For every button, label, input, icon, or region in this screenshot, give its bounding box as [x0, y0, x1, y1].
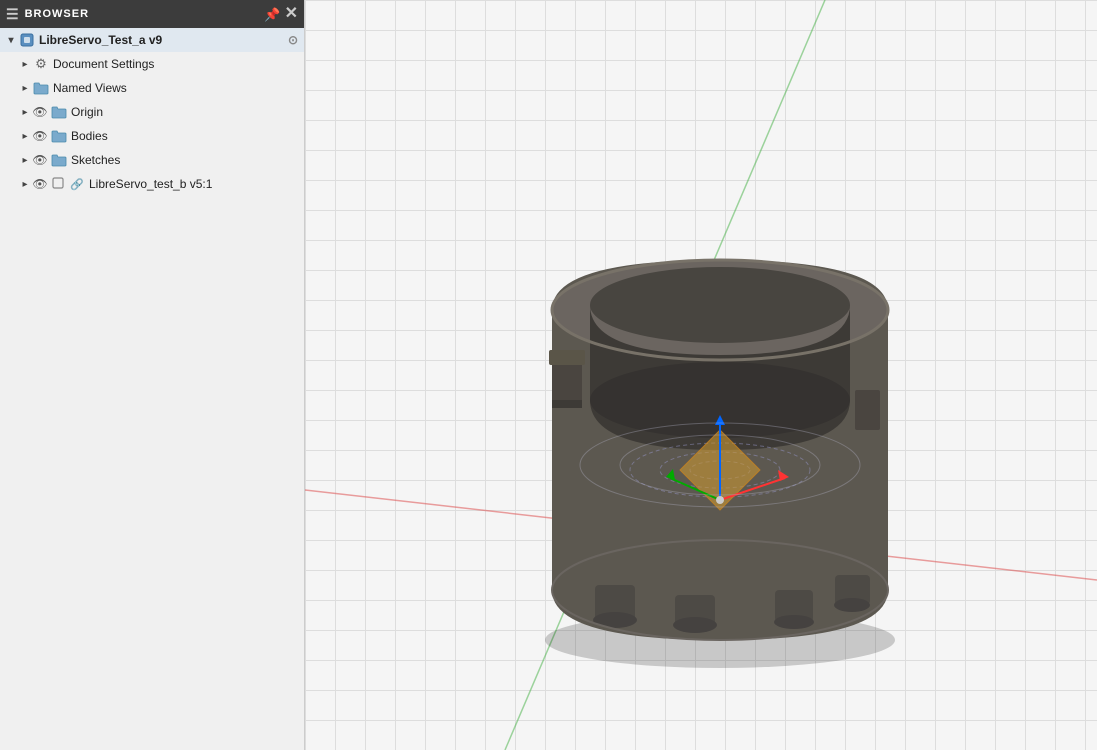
origin-folder-icon — [50, 103, 68, 121]
sketches-expand[interactable] — [18, 153, 32, 167]
named-views-expand[interactable] — [18, 81, 32, 95]
tree-row-origin[interactable]: 👁 Origin — [0, 100, 304, 124]
origin-expand[interactable] — [18, 105, 32, 119]
sidebar-close-icon[interactable]: ✕ — [285, 6, 298, 22]
browser-header: ☰ BROWSER 📌 ✕ — [0, 0, 304, 28]
expand-all-icon[interactable]: ☰ — [6, 6, 19, 23]
libreservo-b-eye-icon[interactable]: 👁 — [32, 176, 48, 192]
libreservo-b-link-icon: 🔗 — [68, 175, 86, 193]
tree-row-libreservo-b[interactable]: 👁 🔗 LibreServo_test_b v5:1 — [0, 172, 304, 196]
bodies-eye-icon[interactable]: 👁 — [32, 128, 48, 144]
gear-icon: ⚙ — [32, 55, 50, 73]
bodies-folder-icon — [50, 127, 68, 145]
viewport[interactable] — [305, 0, 1097, 750]
named-views-label: Named Views — [53, 81, 127, 95]
root-label: LibreServo_Test_a v9 — [39, 33, 162, 47]
tree-area: LibreServo_Test_a v9 ⊙ ⚙ Document Settin… — [0, 28, 304, 750]
tree-root-row[interactable]: LibreServo_Test_a v9 ⊙ — [0, 28, 304, 52]
root-target-icon[interactable]: ⊙ — [288, 33, 298, 47]
named-views-folder-icon — [32, 79, 50, 97]
root-expand-arrow[interactable] — [4, 33, 18, 47]
sketches-eye-icon[interactable]: 👁 — [32, 152, 48, 168]
pin-icon[interactable]: 📌 — [264, 8, 280, 21]
sidebar: ☰ BROWSER 📌 ✕ LibreServo_Test_a v9 ⊙ — [0, 0, 305, 750]
sketches-folder-icon — [50, 151, 68, 169]
libreservo-b-expand[interactable] — [18, 177, 32, 191]
bodies-expand[interactable] — [18, 129, 32, 143]
origin-label: Origin — [71, 105, 103, 119]
origin-eye-icon[interactable]: 👁 — [32, 104, 48, 120]
viewport-svg — [305, 0, 1097, 750]
bodies-label: Bodies — [71, 129, 108, 143]
doc-settings-label: Document Settings — [53, 57, 154, 71]
tree-row-sketches[interactable]: 👁 Sketches — [0, 148, 304, 172]
browser-title: BROWSER — [25, 8, 89, 20]
libreservo-b-component-icon — [50, 175, 68, 193]
tree-row-document-settings[interactable]: ⚙ Document Settings — [0, 52, 304, 76]
tree-row-named-views[interactable]: Named Views — [0, 76, 304, 100]
sketches-label: Sketches — [71, 153, 120, 167]
doc-settings-expand[interactable] — [18, 57, 32, 71]
tree-row-bodies[interactable]: 👁 Bodies — [0, 124, 304, 148]
libreservo-b-label: LibreServo_test_b v5:1 — [89, 177, 212, 191]
root-icon — [18, 31, 36, 49]
